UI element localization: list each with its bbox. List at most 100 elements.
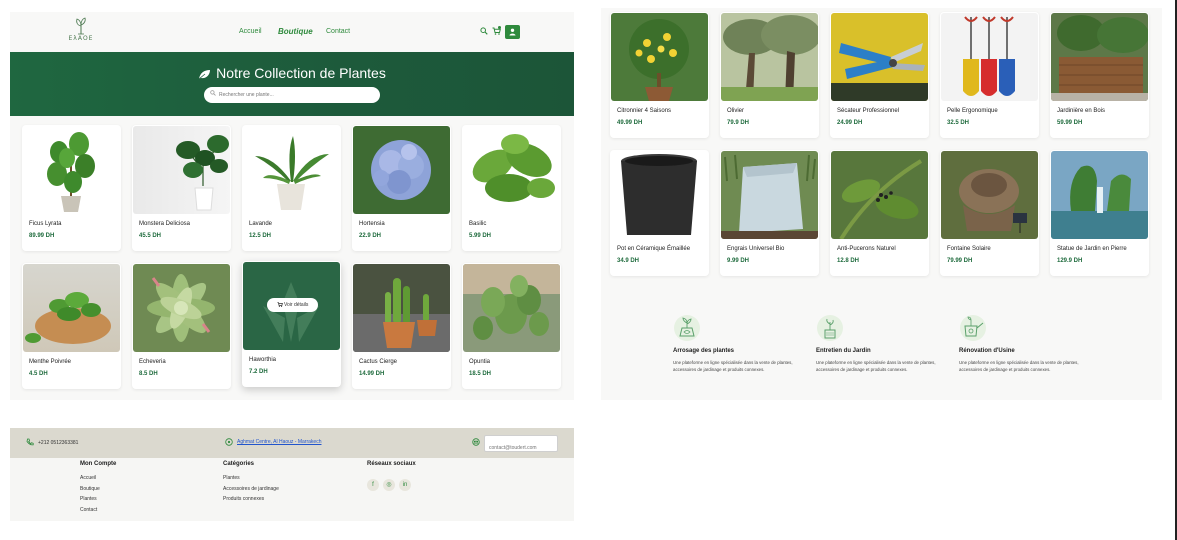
product-price: 79.99 DH (947, 258, 973, 264)
product-name: Fontaine Solaire (947, 246, 991, 252)
shop-page-bottom: Citronnier 4 Saisons 49.99 DH Olivier 79… (601, 8, 1162, 400)
user-icon (509, 28, 516, 36)
product-card[interactable]: Engrais Universel Bio 9.99 DH (720, 150, 819, 276)
product-price: 9.99 DH (727, 258, 750, 264)
footer-address-link[interactable]: Aghmat Centre, Al Haouz - Marrakech (237, 439, 321, 445)
product-name: Anti-Pucerons Naturel (837, 246, 896, 252)
product-image (353, 264, 450, 352)
product-card[interactable]: Citronnier 4 Saisons 49.99 DH (610, 12, 709, 138)
plant-logo-icon (76, 17, 86, 35)
product-name: Cactus Cierge (359, 359, 398, 365)
product-image (133, 264, 230, 352)
product-name: Pot en Céramique Émaillée (617, 246, 691, 252)
footer-phone[interactable]: +212 0512363381 (38, 440, 78, 446)
product-name: Haworthia (249, 357, 277, 363)
nav-accueil[interactable]: Accueil (239, 28, 262, 35)
phone-icon (26, 438, 34, 448)
location-icon (225, 438, 233, 448)
product-card[interactable]: Echeveria 8.5 DH (132, 263, 231, 389)
product-card[interactable]: Anti-Pucerons Naturel 12.8 DH (830, 150, 929, 276)
product-price: 22.9 DH (359, 233, 382, 239)
product-image (831, 151, 928, 239)
product-price: 4.5 DH (29, 371, 48, 377)
product-card[interactable]: Lavande 12.5 DH (242, 125, 341, 251)
newsletter-email-field[interactable] (484, 435, 558, 455)
view-details-label: Voir détails (283, 302, 309, 308)
product-name: Jardinière en Bois (1057, 108, 1106, 114)
nav-boutique[interactable]: Boutique (278, 27, 313, 36)
product-image (353, 126, 450, 214)
product-card[interactable]: Fontaine Solaire 79.99 DH (940, 150, 1039, 276)
product-card[interactable]: Pot en Céramique Émaillée 34.9 DH (610, 150, 709, 276)
search-icon[interactable] (480, 27, 488, 37)
product-name: Echeveria (139, 359, 166, 365)
product-card[interactable]: Hortensia 22.9 DH (352, 125, 451, 251)
footer-link-contact[interactable]: Contact (80, 505, 116, 516)
cart-icon (277, 302, 283, 307)
footer-column-title: Réseaux sociaux (367, 461, 416, 467)
product-image (721, 151, 818, 239)
facebook-icon[interactable]: f (367, 479, 379, 491)
nav-contact[interactable]: Contact (326, 28, 350, 35)
product-image (463, 264, 560, 352)
feature-title: Rénovation d'Usine (959, 348, 1015, 354)
cart-badge (498, 26, 501, 29)
product-price: 18.5 DH (469, 371, 492, 377)
email-icon (472, 438, 480, 448)
product-image (23, 264, 120, 352)
view-details-button[interactable]: Voir détails (267, 298, 318, 312)
footer-column-title: Catégories (223, 461, 255, 467)
email-input[interactable] (485, 441, 555, 455)
product-price: 12.5 DH (249, 233, 272, 239)
search-input[interactable] (219, 89, 369, 101)
footer-link-accueil[interactable]: Accueil (80, 473, 116, 484)
product-image: Voir détails (243, 262, 340, 350)
product-price: 59.99 DH (1057, 120, 1083, 126)
product-image (611, 151, 708, 239)
product-image (831, 13, 928, 101)
footer-link-produits[interactable]: Produits connexes (223, 494, 279, 505)
product-card[interactable]: Pelle Ergonomique 32.5 DH (940, 12, 1039, 138)
product-name: Statue de Jardin en Pierre (1057, 246, 1127, 252)
product-name: Basilic (469, 221, 487, 227)
product-card[interactable]: Jardinière en Bois 59.99 DH (1050, 12, 1149, 138)
user-account-button[interactable] (505, 25, 520, 39)
feature-title: Entretien du Jardin (816, 348, 871, 354)
product-name: Olivier (727, 108, 745, 114)
footer-link-accessoires[interactable]: Accessoires de jardinage (223, 484, 279, 495)
footer-link-plantes-category[interactable]: Plantes (223, 473, 279, 484)
product-card[interactable]: Cactus Cierge 14.99 DH (352, 263, 451, 389)
product-price: 34.9 DH (617, 258, 640, 264)
search-bar[interactable] (204, 87, 380, 103)
product-price: 14.99 DH (359, 371, 385, 377)
product-image (1051, 151, 1148, 239)
hero-banner: Notre Collection de Plantes (10, 52, 574, 116)
feature-text: Une plateforme en ligne spécialisée dans… (673, 360, 793, 372)
product-name: Menthe Poivrée (29, 359, 72, 365)
product-card[interactable]: Olivier 79.9 DH (720, 12, 819, 138)
product-image (611, 13, 708, 101)
product-image (941, 151, 1038, 239)
product-card[interactable]: Monstera Deliciosa 45.5 DH (132, 125, 231, 251)
product-name: Hortensia (359, 221, 385, 227)
instagram-icon[interactable]: ◎ (383, 479, 395, 491)
footer-link-plantes[interactable]: Plantes (80, 494, 116, 505)
product-card[interactable]: Sécateur Professionnel 24.99 DH (830, 12, 929, 138)
product-price: 32.5 DH (947, 120, 970, 126)
product-price: 8.5 DH (139, 371, 158, 377)
product-image (243, 126, 340, 214)
product-price: 89.99 DH (29, 233, 55, 239)
product-card[interactable]: Opuntia 18.5 DH (462, 263, 561, 389)
linkedin-icon[interactable]: in (399, 479, 411, 491)
brand-logo[interactable]: ЕλАОЕ (67, 17, 95, 47)
leaf-icon (198, 70, 211, 80)
product-card[interactable]: Basilic 5.99 DH (462, 125, 561, 251)
product-card[interactable]: Statue de Jardin en Pierre 129.9 DH (1050, 150, 1149, 276)
product-card-hovered[interactable]: Voir détails Haworthia 7.2 DH (242, 261, 341, 387)
product-card[interactable]: Menthe Poivrée 4.5 DH (22, 263, 121, 389)
footer-link-boutique[interactable]: Boutique (80, 484, 116, 495)
product-name: Opuntia (469, 359, 491, 365)
product-card[interactable]: Ficus Lyrata 89.99 DH (22, 125, 121, 251)
footer-categories-column: Catégories Plantes Accessoires de jardin… (223, 461, 279, 505)
feature-text: Une plateforme en ligne spécialisée dans… (816, 360, 936, 372)
